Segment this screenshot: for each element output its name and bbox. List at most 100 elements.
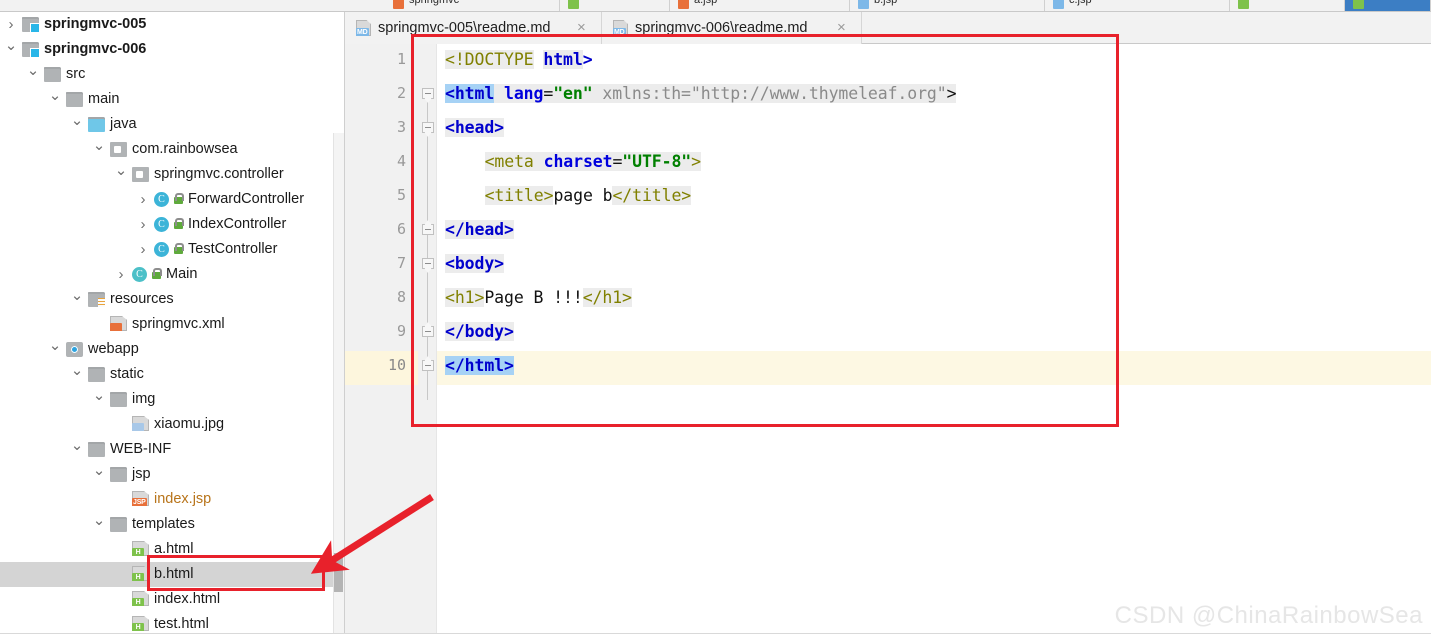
tree-row[interactable]: Hindex.html xyxy=(0,587,333,612)
markdown-file-icon: MD xyxy=(613,20,628,36)
tree-row[interactable]: Htest.html xyxy=(0,612,333,634)
close-icon[interactable]: × xyxy=(837,12,846,44)
tree-item-label: index.html xyxy=(154,591,221,607)
chevron-down-icon[interactable]: ⌄ xyxy=(92,458,106,483)
background-tab-3[interactable]: b.jsp xyxy=(850,0,1045,11)
tree-row[interactable]: ⌄ templates xyxy=(0,512,333,537)
markdown-file-icon: MD xyxy=(356,20,371,36)
chevron-down-icon[interactable]: ⌄ xyxy=(26,58,40,83)
code-line: <body> xyxy=(445,254,504,273)
tree-item-label: com.rainbowsea xyxy=(132,141,238,157)
tree-item-label: jsp xyxy=(132,466,151,482)
editor-tab-bar: MD springmvc-005\readme.md × MD springmvc-00… xyxy=(345,12,1431,44)
tree-row[interactable]: Ha.html xyxy=(0,537,333,562)
tree-row[interactable]: ⌄ static xyxy=(0,362,333,387)
fold-marker-open[interactable] xyxy=(422,258,434,273)
tree-row[interactable]: ⌄ jsp xyxy=(0,462,333,487)
chevron-down-icon[interactable]: ⌄ xyxy=(48,333,62,358)
tree-row[interactable]: ⌄ springmvc.controller xyxy=(0,162,333,187)
background-tab-0[interactable]: springmvc xyxy=(385,0,560,11)
background-tab-2[interactable]: a.jsp xyxy=(670,0,850,11)
chevron-right-icon[interactable]: › xyxy=(136,212,150,237)
tree-row[interactable]: ⌄ com.rainbowsea xyxy=(0,137,333,162)
html-file-icon: H xyxy=(132,541,149,556)
code-token: "en" xyxy=(553,84,593,103)
tree-item-label: xiaomu.jpg xyxy=(154,416,225,432)
current-line-highlight xyxy=(437,351,1431,385)
tree-row[interactable]: ⌄ main xyxy=(0,87,333,112)
chevron-down-icon[interactable]: ⌄ xyxy=(92,383,106,408)
tree-row[interactable]: JSP index.jsp xyxy=(0,487,333,512)
line-number: 9 xyxy=(396,322,406,340)
background-tab-strip: springmvc a.jsp b.jsp c.jsp xyxy=(0,0,1431,12)
java-runnable-class-icon: C xyxy=(132,267,147,282)
code-line: </head> xyxy=(445,220,514,239)
tree-item-label: a.html xyxy=(154,541,194,557)
chevron-right-icon[interactable]: › xyxy=(114,262,128,287)
chevron-down-icon[interactable]: ⌄ xyxy=(70,433,84,458)
xml-file-icon xyxy=(110,316,127,331)
tree-row[interactable]: › C Main xyxy=(0,262,333,287)
chevron-down-icon[interactable]: ⌄ xyxy=(48,83,62,108)
chevron-down-icon[interactable]: ⌄ xyxy=(70,108,84,133)
tree-row[interactable]: xiaomu.jpg xyxy=(0,412,333,437)
close-icon[interactable]: × xyxy=(577,12,586,44)
background-tab-1[interactable] xyxy=(560,0,670,11)
fold-tip xyxy=(424,268,432,273)
tree-row[interactable]: ⌄ img xyxy=(0,387,333,412)
chevron-down-icon[interactable]: ⌄ xyxy=(70,283,84,308)
code-token: <!DOCTYPE xyxy=(445,50,534,69)
editor-tab-label: springmvc-006\readme.md xyxy=(635,20,808,36)
file-type-badge: H xyxy=(132,548,144,556)
fold-marker-close[interactable] xyxy=(422,356,434,372)
tree-row[interactable]: ⌄ resources xyxy=(0,287,333,312)
fold-marker-open[interactable] xyxy=(422,88,434,103)
background-tab-6[interactable] xyxy=(1345,0,1431,11)
chevron-down-icon[interactable]: ⌄ xyxy=(114,158,128,183)
lock-icon xyxy=(172,193,184,205)
editor-line-number-gutter: 1 2 3 4 5 6 7 8 9 10 xyxy=(345,44,418,634)
sidebar-vertical-scrollbar-thumb[interactable] xyxy=(334,553,343,592)
background-tab-5[interactable] xyxy=(1230,0,1345,11)
package-icon xyxy=(110,142,127,157)
editor-pane: MD springmvc-005\readme.md × MD springmvc-00… xyxy=(345,12,1431,634)
editor-tab-1[interactable]: MD springmvc-006\readme.md × xyxy=(602,12,862,44)
code-token xyxy=(592,84,603,103)
tree-row[interactable]: › C TestController xyxy=(0,237,333,262)
tree-row[interactable]: ⌄ webapp xyxy=(0,337,333,362)
fold-marker-close[interactable] xyxy=(422,322,434,338)
fold-box xyxy=(422,122,434,133)
fold-marker-open[interactable] xyxy=(422,122,434,137)
tree-row[interactable]: ⌄ springmvc-006 xyxy=(0,37,333,62)
line-number: 1 xyxy=(396,50,406,68)
chevron-down-icon[interactable]: ⌄ xyxy=(92,508,106,533)
chevron-down-icon[interactable]: ⌄ xyxy=(70,358,84,383)
tree-row[interactable]: › springmvc-005 xyxy=(0,12,333,37)
tree-row-selected[interactable]: Hb.html xyxy=(0,562,333,587)
code-token: > xyxy=(691,152,701,171)
chevron-down-icon[interactable]: ⌄ xyxy=(92,133,106,158)
tree-row[interactable]: ⌄ WEB-INF xyxy=(0,437,333,462)
tree-row[interactable]: ⌄ java xyxy=(0,112,333,137)
html-file-icon: H xyxy=(132,566,149,581)
editor-tab-0[interactable]: MD springmvc-005\readme.md × xyxy=(345,12,602,44)
code-token: </title> xyxy=(612,186,692,205)
file-type-badge: H xyxy=(132,623,144,631)
folder-icon xyxy=(110,392,127,407)
code-line: <h1>Page B !!!</h1> xyxy=(445,288,632,307)
folder-icon xyxy=(88,442,105,457)
tree-row[interactable]: › C IndexController xyxy=(0,212,333,237)
tree-item-label: b.html xyxy=(154,566,194,582)
editor-fold-gutter[interactable] xyxy=(418,44,437,634)
background-tab-4[interactable]: c.jsp xyxy=(1045,0,1230,11)
chevron-down-icon[interactable]: ⌄ xyxy=(4,33,18,58)
file-type-badge: JSP xyxy=(132,498,147,506)
code-text-area[interactable]: <!DOCTYPE html> <html lang="en" xmlns:th=… xyxy=(437,44,1431,634)
project-tree-panel[interactable]: › springmvc-005 ⌄ springmvc-006 ⌄ src ⌄ main ⌄ ja… xyxy=(0,12,333,634)
chevron-right-icon[interactable]: › xyxy=(136,187,150,212)
tree-item-label: ForwardController xyxy=(188,191,305,207)
chevron-right-icon[interactable]: › xyxy=(136,237,150,262)
tree-row[interactable]: › C ForwardController xyxy=(0,187,333,212)
fold-marker-close[interactable] xyxy=(422,220,434,236)
